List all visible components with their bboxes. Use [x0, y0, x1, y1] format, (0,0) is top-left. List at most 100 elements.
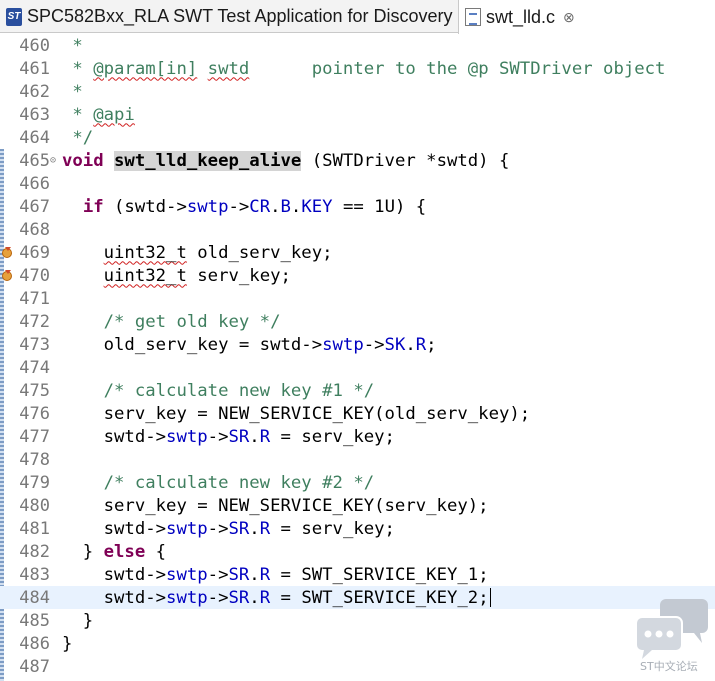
code-text: } [62, 633, 73, 654]
line-number: 464 [19, 127, 50, 148]
code-text: swtd->swtp->SR.R = SWT_SERVICE_KEY_1; [62, 565, 489, 585]
field: KEY [301, 196, 333, 217]
field: SR [228, 564, 250, 585]
code-text: old_serv_key = swtd->swtp->SK.R; [62, 335, 437, 355]
line-number: 473 [19, 334, 50, 355]
line-number: 476 [19, 403, 50, 424]
line-number: 465 [19, 150, 50, 171]
field: swtp [166, 426, 208, 447]
code-text: if (swtd->swtp->CR.B.KEY == 1U) { [62, 197, 426, 217]
line-number: 485 [19, 610, 50, 631]
field: R [259, 518, 271, 539]
code-line[interactable]: 486 } [0, 632, 715, 655]
code-line[interactable]: 468 [0, 218, 715, 241]
code-line[interactable]: 478 [0, 448, 715, 471]
comment-segment [197, 59, 207, 79]
code-line[interactable]: 466 [0, 172, 715, 195]
code-line[interactable]: 474 [0, 356, 715, 379]
code-line[interactable]: 465 ⊝ void swt_lld_keep_alive (SWTDriver… [0, 149, 715, 172]
field: SR [228, 518, 250, 539]
fold-collapse-icon[interactable]: ⊝ [50, 155, 56, 166]
code-line[interactable]: 473 old_serv_key = swtd->swtp->SK.R; [0, 333, 715, 356]
code-line[interactable]: 475 /* calculate new key #1 */ [0, 379, 715, 402]
code-segment: -> [207, 518, 229, 539]
code-line[interactable]: 485 } [0, 609, 715, 632]
line-number: 478 [19, 449, 50, 470]
line-number: 477 [19, 426, 50, 447]
line-number: 472 [19, 311, 50, 332]
c-file-icon [465, 8, 481, 26]
type-name: uint32_t [103, 265, 187, 286]
line-number: 467 [19, 196, 50, 217]
field: swtp [166, 518, 208, 539]
function-name-highlight: swt_lld_keep_alive [114, 150, 302, 171]
code-text: * [62, 81, 83, 102]
code-editor[interactable]: 460 * 461 * @param[in] swtd pointer to t… [0, 33, 715, 681]
line-number: 469 [19, 242, 50, 263]
code-text: uint32_t old_serv_key; [62, 243, 333, 263]
code-segment: . [249, 587, 260, 608]
code-segment: = SWT_SERVICE_KEY_1; [270, 564, 489, 585]
comment-segment: * [62, 104, 94, 125]
tab-swt-lld-c[interactable]: swt_lld.c ⊗ [458, 0, 715, 34]
code-line[interactable]: 479 /* calculate new key #2 */ [0, 471, 715, 494]
code-line-current[interactable]: 484 swtd->swtp->SR.R = SWT_SERVICE_KEY_2… [0, 586, 715, 609]
code-text: */ [62, 127, 94, 148]
code-line[interactable]: 487 [0, 655, 715, 678]
line-number: 482 [19, 541, 50, 562]
code-line[interactable]: 482 } else { [0, 540, 715, 563]
code-text: * @api [62, 104, 135, 125]
code-line[interactable]: 483 swtd->swtp->SR.R = SWT_SERVICE_KEY_1… [0, 563, 715, 586]
field: R [259, 564, 271, 585]
code-segment: = serv_key; [270, 518, 395, 539]
tab-label: SPC582Bxx_RLA SWT Test Application for D… [27, 6, 453, 26]
tab-project-application[interactable]: ST SPC582Bxx_RLA SWT Test Application fo… [0, 0, 456, 33]
code-line[interactable]: 462 * [0, 80, 715, 103]
line-number: 470 [19, 265, 50, 286]
code-segment: -> [207, 587, 229, 608]
code-line[interactable]: 460 * [0, 34, 715, 57]
code-line[interactable]: 463 * @api [0, 103, 715, 126]
code-line[interactable]: 461 * @param[in] swtd pointer to the @p … [0, 57, 715, 80]
code-segment: . [405, 334, 416, 355]
line-number: 486 [19, 633, 50, 654]
line-number: 481 [19, 518, 50, 539]
keyword: if [82, 196, 104, 217]
code-segment: old_serv_key = swtd-> [62, 334, 323, 355]
st-logo-icon: ST [6, 7, 22, 26]
code-line[interactable]: 472 /* get old key */ [0, 310, 715, 333]
code-segment: -> [228, 196, 250, 217]
javadoc-tag: @param[in] [93, 58, 198, 79]
code-line[interactable]: 481 swtd->swtp->SR.R = serv_key; [0, 517, 715, 540]
code-line[interactable]: 480 serv_key = NEW_SERVICE_KEY(serv_key)… [0, 494, 715, 517]
code-line[interactable]: 469 uint32_t old_serv_key; [0, 241, 715, 264]
code-segment: = SWT_SERVICE_KEY_2; [270, 587, 489, 608]
code-text: swtd->swtp->SR.R = serv_key; [62, 427, 395, 447]
code-line[interactable]: 464 */ [0, 126, 715, 149]
code-line[interactable]: 467 if (swtd->swtp->CR.B.KEY == 1U) { [0, 195, 715, 218]
code-text: swtd->swtp->SR.R = SWT_SERVICE_KEY_2; [62, 588, 491, 608]
code-line[interactable]: 470 uint32_t serv_key; [0, 264, 715, 287]
line-number: 475 [19, 380, 50, 401]
code-segment: . [249, 564, 260, 585]
javadoc-tag: @api [93, 104, 135, 125]
code-segment: . [249, 518, 260, 539]
line-number: 484 [19, 587, 50, 608]
field: R [415, 334, 427, 355]
field: swtp [166, 587, 208, 608]
code-segment: old_serv_key; [186, 242, 333, 263]
code-line[interactable]: 476 serv_key = NEW_SERVICE_KEY(old_serv_… [0, 402, 715, 425]
code-line[interactable]: 471 [0, 287, 715, 310]
code-segment: (swtd-> [103, 196, 187, 217]
code-segment: . [249, 426, 260, 447]
field: SR [228, 587, 250, 608]
code-text: serv_key = NEW_SERVICE_KEY(old_serv_key)… [62, 403, 531, 424]
close-icon[interactable]: ⊗ [563, 9, 575, 26]
line-number: 462 [19, 81, 50, 102]
code-segment: ; [426, 334, 437, 355]
code-segment: swtd-> [62, 564, 167, 585]
code-line[interactable]: 477 swtd->swtp->SR.R = serv_key; [0, 425, 715, 448]
param-name: swtd [207, 58, 250, 79]
comment-segment: * [62, 58, 94, 79]
code-segment: } [62, 541, 104, 562]
